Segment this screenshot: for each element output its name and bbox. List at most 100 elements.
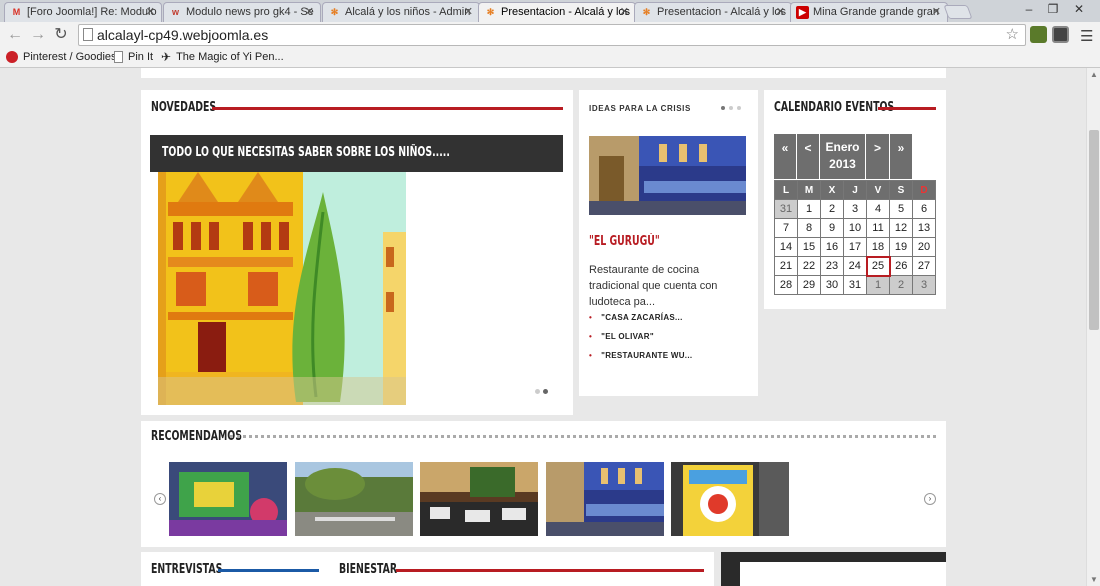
calendar-day[interactable]: 1 — [866, 275, 890, 295]
calendar-day[interactable]: 7 — [774, 218, 798, 238]
crisis-link-text[interactable]: "RESTAURANTE WU... — [601, 351, 692, 360]
calendar-day[interactable]: 13 — [912, 218, 936, 238]
close-tab-icon[interactable]: ✕ — [932, 3, 941, 21]
calendar-day[interactable]: 17 — [843, 237, 867, 257]
browser-tab[interactable]: ▶ Mina Grande grande gran ✕ — [790, 2, 948, 22]
calendar-day[interactable]: 29 — [797, 275, 821, 295]
carousel-thumbnail[interactable] — [546, 462, 664, 536]
browser-tab[interactable]: M [Foro Joomla!] Re: Modulo ✕ — [4, 2, 162, 22]
bookmark-star-icon[interactable]: ☆ — [1006, 25, 1019, 45]
crisis-label: IDEAS PARA LA CRISIS — [589, 104, 691, 113]
next-year-button[interactable]: » — [890, 134, 913, 179]
menu-icon[interactable]: ☰ — [1080, 27, 1093, 45]
forward-icon[interactable]: → — [28, 25, 48, 45]
calendar-day[interactable]: 21 — [774, 256, 798, 276]
calendar-day[interactable]: 18 — [866, 237, 890, 257]
scroll-up-icon[interactable]: ▲ — [1090, 70, 1098, 79]
crisis-title[interactable]: "EL GURUGÚ" — [589, 234, 660, 249]
calendar-day[interactable]: 27 — [912, 256, 936, 276]
calendar-day[interactable]: 3 — [843, 199, 867, 219]
featured-title-bar[interactable]: TODO LO QUE NECESITAS SABER SOBRE LOS NI… — [150, 135, 563, 172]
page-scrollbar[interactable]: ▲ ▼ — [1086, 68, 1100, 586]
tab-strip: M [Foro Joomla!] Re: Modulo ✕ w Modulo n… — [0, 0, 1100, 22]
crisis-dot[interactable] — [737, 106, 741, 110]
calendar-day[interactable]: 26 — [889, 256, 913, 276]
browser-tab[interactable]: ✻ Presentacion - Alcalá y los ✕ — [634, 2, 792, 22]
calendar-day[interactable]: 8 — [797, 218, 821, 238]
browser-tab[interactable]: ✻ Alcalá y los niños - Admin ✕ — [322, 2, 480, 22]
calendar-day[interactable]: 22 — [797, 256, 821, 276]
weekday-label: D — [912, 180, 936, 200]
calendar-day[interactable]: 1 — [797, 199, 821, 219]
reload-icon[interactable]: ↻ — [51, 25, 71, 45]
crisis-image[interactable] — [589, 136, 746, 215]
calendar-day[interactable]: 10 — [843, 218, 867, 238]
carousel-thumbnail[interactable] — [420, 462, 538, 536]
calendar-day[interactable]: 31 — [774, 199, 798, 219]
restore-button[interactable]: ❐ — [1042, 2, 1064, 18]
extension-icon[interactable] — [1030, 26, 1047, 43]
close-tab-icon[interactable]: ✕ — [464, 3, 473, 21]
prev-year-button[interactable]: « — [774, 134, 797, 179]
minimize-button[interactable]: – — [1018, 2, 1040, 18]
carousel-thumbnail[interactable] — [169, 462, 287, 536]
extension-icon[interactable] — [1052, 26, 1069, 43]
crisis-link-text[interactable]: "CASA ZACARÍAS... — [601, 313, 683, 322]
calendar-day[interactable]: 14 — [774, 237, 798, 257]
crisis-link[interactable]: • "CASA ZACARÍAS... — [589, 313, 683, 322]
close-window-button[interactable]: ✕ — [1068, 2, 1090, 18]
calendar-day[interactable]: 2 — [820, 199, 844, 219]
prev-month-button[interactable]: < — [797, 134, 820, 179]
next-month-button[interactable]: > — [866, 134, 890, 179]
calendar-day[interactable]: 24 — [843, 256, 867, 276]
calendar-day[interactable]: 5 — [889, 199, 913, 219]
browser-tab-active[interactable]: ✻ Presentacion - Alcalá y los ✕ — [478, 2, 636, 22]
bookmark-item[interactable]: ✈ The Magic of Yi Pen... — [161, 50, 284, 64]
calendar-day-today[interactable]: 25 — [865, 255, 891, 277]
close-tab-icon[interactable]: ✕ — [776, 3, 785, 21]
calendar-day[interactable]: 15 — [797, 237, 821, 257]
featured-title[interactable]: TODO LO QUE NECESITAS SABER SOBRE LOS NI… — [162, 145, 450, 160]
calendar-day[interactable]: 11 — [866, 218, 890, 238]
slider-dot[interactable] — [535, 389, 540, 394]
address-bar[interactable]: alcalayl-cp49.webjoomla.es ☆ — [78, 24, 1026, 46]
carousel-thumbnail[interactable] — [295, 462, 413, 536]
close-tab-icon[interactable]: ✕ — [146, 3, 155, 21]
week-row: 7 8 9 10 11 12 13 — [774, 218, 936, 238]
calendar-day[interactable]: 3 — [912, 275, 936, 295]
calendar-day[interactable]: 2 — [889, 275, 913, 295]
calendar-day[interactable]: 12 — [889, 218, 913, 238]
calendar-day[interactable]: 19 — [889, 237, 913, 257]
carousel-thumbnail[interactable] — [671, 462, 789, 536]
crisis-link-text[interactable]: "EL OLIVAR" — [601, 332, 654, 341]
crisis-dot-active[interactable] — [721, 106, 725, 110]
close-tab-icon[interactable]: ✕ — [620, 3, 629, 21]
scroll-down-icon[interactable]: ▼ — [1090, 575, 1098, 584]
calendar-day[interactable]: 20 — [912, 237, 936, 257]
carousel-next-button[interactable]: › — [924, 493, 936, 505]
carousel-prev-button[interactable]: ‹ — [154, 493, 166, 505]
heading-dotted-rule — [230, 435, 936, 438]
calendar-day[interactable]: 6 — [912, 199, 936, 219]
scroll-thumb[interactable] — [1089, 130, 1099, 330]
bookmark-item[interactable]: Pin It — [114, 50, 153, 64]
crisis-link[interactable]: • "EL OLIVAR" — [589, 332, 654, 341]
featured-image[interactable] — [158, 172, 406, 405]
bookmark-item[interactable]: Pinterest / Goodies — [6, 50, 117, 64]
calendar-day[interactable]: 31 — [843, 275, 867, 295]
calendar-day[interactable]: 16 — [820, 237, 844, 257]
slider-dot-active[interactable] — [543, 389, 548, 394]
close-tab-icon[interactable]: ✕ — [305, 3, 314, 21]
calendar-day[interactable]: 4 — [866, 199, 890, 219]
calendar-day[interactable]: 23 — [820, 256, 844, 276]
crisis-link[interactable]: • "RESTAURANTE WU... — [589, 351, 692, 360]
crisis-dot[interactable] — [729, 106, 733, 110]
back-icon[interactable]: ← — [5, 25, 25, 45]
browser-tab[interactable]: w Modulo news pro gk4 - Se ✕ — [163, 2, 321, 22]
calendar-grid: L M X J V S D 31 1 2 3 4 5 6 7 8 9 10 11… — [774, 180, 936, 295]
weekday-label: S — [889, 180, 913, 200]
calendar-day[interactable]: 30 — [820, 275, 844, 295]
calendar-day[interactable]: 9 — [820, 218, 844, 238]
new-tab-button[interactable] — [943, 5, 973, 19]
calendar-day[interactable]: 28 — [774, 275, 798, 295]
